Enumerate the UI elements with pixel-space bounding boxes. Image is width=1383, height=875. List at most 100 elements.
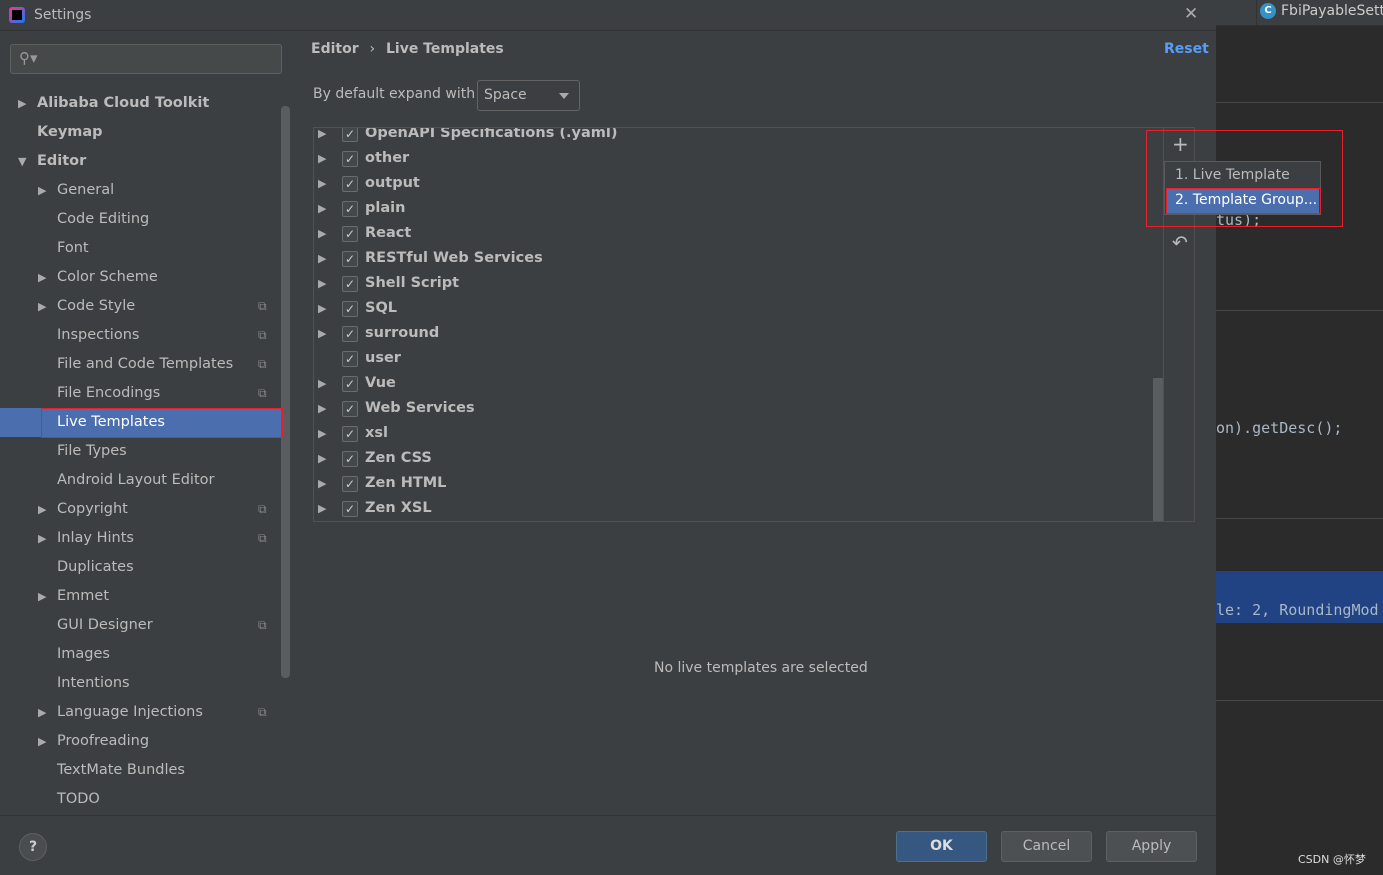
chevron-right-icon[interactable]: ▶ [318,446,326,471]
chevron-right-icon[interactable]: ▶ [318,271,326,296]
search-input[interactable]: ⚲▾ [10,44,282,74]
chevron-right-icon[interactable]: ▶ [38,524,46,553]
sidebar-item[interactable]: Font [0,234,282,263]
checkbox[interactable]: ✓ [342,426,358,442]
sidebar-item[interactable]: File and Code Templates ⧉ [0,350,282,379]
ok-button[interactable]: OK [896,831,987,862]
chevron-right-icon[interactable]: ▶ [318,128,326,146]
sidebar-item[interactable]: TODO [0,785,282,814]
sidebar-item[interactable]: Duplicates [0,553,282,582]
template-group-row[interactable]: ▶ ✓ output [314,171,1154,196]
chevron-right-icon[interactable]: ▶ [318,171,326,196]
sidebar-item[interactable]: TextMate Bundles [0,756,282,785]
help-button[interactable]: ? [19,833,47,861]
template-group-row[interactable]: ▶ ✓ Zen HTML [314,471,1154,496]
template-group-row[interactable]: ▶ ✓ surround [314,321,1154,346]
sidebar-item[interactable]: ▶ Inlay Hints ⧉ [0,524,282,553]
checkbox[interactable]: ✓ [342,128,358,142]
sidebar-item[interactable]: Intentions [0,669,282,698]
checkbox[interactable]: ✓ [342,276,358,292]
sidebar-item[interactable]: Code Editing [0,205,282,234]
chevron-right-icon[interactable]: ▶ [38,495,46,524]
chevron-right-icon[interactable]: ▶ [38,698,46,727]
checkbox[interactable]: ✓ [342,326,358,342]
chevron-right-icon[interactable]: ▶ [318,196,326,221]
sidebar-item[interactable]: ▶ Proofreading [0,727,282,756]
chevron-right-icon[interactable]: ▶ [18,89,26,118]
sidebar-item[interactable]: GUI Designer ⧉ [0,611,282,640]
template-group-row[interactable]: ▶ ✓ SQL [314,296,1154,321]
checkbox[interactable]: ✓ [342,476,358,492]
chevron-right-icon[interactable]: ▶ [318,246,326,271]
sidebar-item[interactable]: ▶ Language Injections ⧉ [0,698,282,727]
chevron-down-icon[interactable]: ▼ [18,147,26,176]
chevron-right-icon[interactable]: ▶ [318,471,326,496]
template-group-row[interactable]: ▶ ✓ Shell Script [314,271,1154,296]
chevron-right-icon[interactable]: ▶ [318,496,326,521]
sidebar-item-label: Alibaba Cloud Toolkit [37,95,210,111]
sidebar-item[interactable]: File Types [0,437,282,466]
chevron-right-icon[interactable]: ▶ [318,146,326,171]
sidebar-item[interactable]: ▶ Copyright ⧉ [0,495,282,524]
sidebar-item[interactable]: ▶ Emmet [0,582,282,611]
breadcrumb-editor[interactable]: Editor [311,41,359,57]
sidebar-item[interactable]: Keymap [0,118,282,147]
chevron-right-icon[interactable]: ▶ [318,321,326,346]
checkbox[interactable]: ✓ [342,376,358,392]
chevron-right-icon[interactable]: ▶ [318,421,326,446]
chevron-right-icon[interactable]: ▶ [38,263,46,292]
checkbox[interactable]: ✓ [342,201,358,217]
project-settings-icon: ⧉ [258,328,267,342]
reset-link[interactable]: Reset [1164,41,1209,57]
cancel-button[interactable]: Cancel [1001,831,1092,862]
chevron-right-icon[interactable]: ▶ [38,176,46,205]
restore-icon[interactable]: ↶ [1172,232,1188,254]
template-group-row[interactable]: ✓ user [314,346,1154,371]
chevron-right-icon[interactable]: ▶ [38,727,46,756]
template-group-row[interactable]: ▶ ✓ Vue [314,371,1154,396]
template-group-row[interactable]: ▶ ✓ xsl [314,421,1154,446]
template-group-label: SQL [365,300,398,316]
template-group-row[interactable]: ▶ ✓ Zen CSS [314,446,1154,471]
expand-select[interactable]: Space [477,80,580,111]
checkbox[interactable]: ✓ [342,301,358,317]
template-group-row[interactable]: ▶ ✓ plain [314,196,1154,221]
template-group-row[interactable]: ▶ ✓ Zen XSL [314,496,1154,521]
checkbox[interactable]: ✓ [342,401,358,417]
chevron-right-icon[interactable]: ▶ [38,292,46,321]
checkbox[interactable]: ✓ [342,226,358,242]
checkbox[interactable]: ✓ [342,451,358,467]
sidebar-item[interactable]: ▶ General [0,176,282,205]
sidebar-item[interactable]: ▶ Alibaba Cloud Toolkit [0,89,282,118]
template-group-row[interactable]: ▶ ✓ Web Services [314,396,1154,421]
chevron-right-icon[interactable]: ▶ [318,371,326,396]
sidebar-scrollbar[interactable] [281,106,290,678]
template-group-row[interactable]: ▶ ✓ other [314,146,1154,171]
checkbox[interactable]: ✓ [342,176,358,192]
apply-button[interactable]: Apply [1106,831,1197,862]
sidebar-item[interactable]: ▼ Editor [0,147,282,176]
checkbox[interactable]: ✓ [342,151,358,167]
close-icon[interactable]: ✕ [1184,4,1198,24]
template-group-row[interactable]: ▶ ✓ RESTful Web Services [314,246,1154,271]
sidebar-item[interactable]: ▶ Code Style ⧉ [0,292,282,321]
project-settings-icon: ⧉ [258,705,267,719]
sidebar-item-label: Editor [37,153,87,169]
template-group-row[interactable]: ▶ ✓ OpenAPI Specifications (.yaml) [314,128,1154,146]
chevron-right-icon[interactable]: ▶ [318,221,326,246]
chevron-right-icon[interactable]: ▶ [318,296,326,321]
sidebar-item[interactable]: Inspections ⧉ [0,321,282,350]
checkbox[interactable]: ✓ [342,501,358,517]
sidebar-item[interactable]: Images [0,640,282,669]
sidebar-item[interactable]: Android Layout Editor [0,466,282,495]
checkbox[interactable]: ✓ [342,251,358,267]
template-group-label: plain [365,200,406,216]
template-group-row[interactable]: ▶ ✓ React [314,221,1154,246]
sidebar-item[interactable]: ▶ Color Scheme [0,263,282,292]
sidebar-item[interactable]: File Encodings ⧉ [0,379,282,408]
tree-scrollbar[interactable] [1153,378,1163,521]
editor-tab[interactable]: C FbiPayableSettl [1256,0,1383,26]
checkbox[interactable]: ✓ [342,351,358,367]
chevron-right-icon[interactable]: ▶ [38,582,46,611]
chevron-right-icon[interactable]: ▶ [318,396,326,421]
